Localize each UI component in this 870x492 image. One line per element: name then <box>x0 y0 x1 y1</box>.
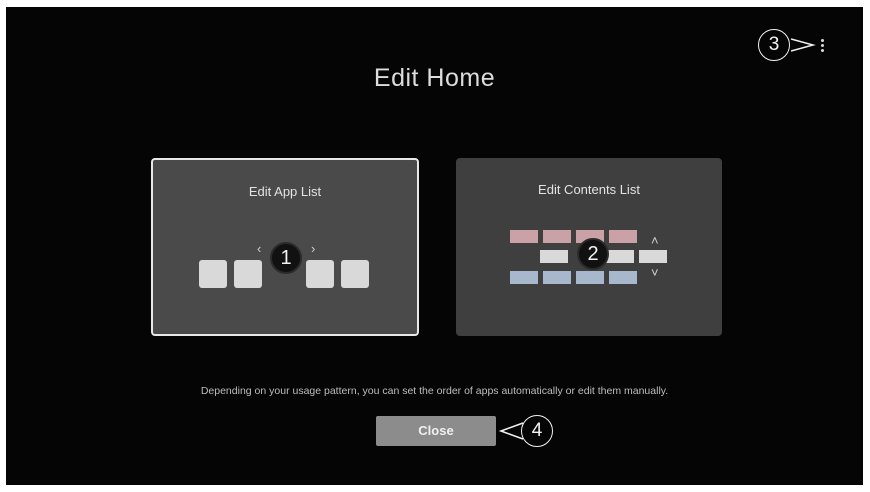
app-tile <box>341 260 369 288</box>
menu-dot <box>820 49 824 52</box>
description-text: Depending on your usage pattern, you can… <box>200 385 669 397</box>
menu-dot <box>820 44 824 47</box>
edit-app-list-label: Edit App List <box>248 184 322 199</box>
content-tile <box>606 250 634 263</box>
more-vertical-icon[interactable] <box>819 39 825 55</box>
edit-app-list-card[interactable]: Edit App List ‹ › 1 <box>151 158 419 336</box>
chevron-down-icon: ˅ <box>651 265 659 280</box>
content-tile <box>510 230 538 243</box>
app-tile <box>199 260 227 288</box>
app-tile <box>234 260 262 288</box>
content-tile <box>510 271 538 284</box>
edit-contents-list-card[interactable]: Edit Contents List ˄ ˅ 2 <box>456 158 722 336</box>
content-tile <box>609 271 637 284</box>
page-title: Edit Home <box>373 64 496 92</box>
edit-contents-list-label: Edit Contents List <box>538 182 640 197</box>
close-button[interactable]: Close <box>376 416 496 446</box>
content-tile <box>543 271 571 284</box>
content-tile <box>543 230 571 243</box>
callout-3-pointer <box>791 38 816 52</box>
content-tile <box>609 230 637 243</box>
chevron-left-icon: ‹ <box>257 241 262 256</box>
callout-3: 3 <box>758 29 790 61</box>
app-tile <box>306 260 334 288</box>
callout-2: 2 <box>577 238 609 270</box>
menu-dot <box>820 39 824 42</box>
chevron-up-icon: ˄ <box>651 233 659 248</box>
chevron-right-icon: › <box>311 241 316 256</box>
tv-screen: Edit Home 3 Edit App List ‹ › 1 Edit Con… <box>6 7 863 485</box>
content-tile <box>540 250 568 263</box>
content-tile <box>639 250 667 263</box>
content-tile <box>576 271 604 284</box>
callout-1: 1 <box>270 242 302 274</box>
callout-4: 4 <box>521 415 553 447</box>
